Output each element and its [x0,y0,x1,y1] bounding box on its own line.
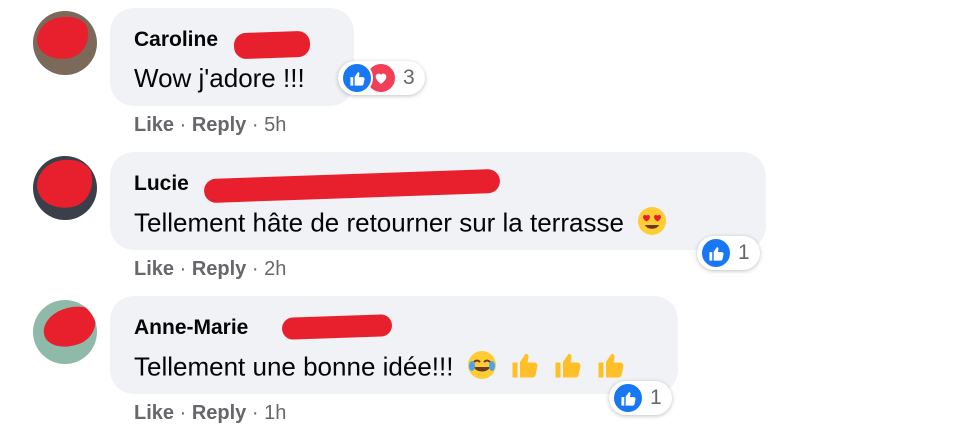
comment-text: Wow j'adore !!! [134,63,305,93]
reaction-count: 1 [650,386,662,409]
tears-of-joy-emoji [467,350,497,387]
comment-text-content: Tellement une bonne idée!!! [134,351,454,382]
name-redaction [203,168,501,204]
comment-text: Tellement une bonne idée!!! [134,350,626,387]
separator: · [251,402,259,424]
thumbs-up-emoji [510,350,540,387]
like-icon [341,62,373,94]
reaction-summary[interactable]: 1 [609,381,672,415]
redaction-mark [33,156,97,214]
comment-text-content: Tellement hâte de retourner sur la terra… [134,207,624,238]
comment-author[interactable]: Anne-Marie [134,316,248,340]
like-icon [700,237,732,269]
comment-author[interactable]: Lucie [134,172,189,196]
separator: · [179,258,187,280]
reaction-count: 1 [738,241,750,264]
name-redaction [233,30,311,60]
thumbs-up-emoji [553,350,583,387]
redaction-mark [38,300,97,355]
reply-button[interactable]: Reply [192,258,246,280]
heart-eyes-emoji [637,206,667,243]
redaction-mark [33,12,93,64]
comment-actions: Like · Reply · 2h [134,258,286,281]
reply-button[interactable]: Reply [192,114,246,136]
like-button[interactable]: Like [134,258,174,280]
name-redaction [281,314,393,340]
like-button[interactable]: Like [134,114,174,136]
separator: · [251,114,259,136]
timestamp[interactable]: 1h [264,402,286,424]
avatar[interactable] [33,156,97,220]
like-button[interactable]: Like [134,402,174,424]
separator: · [251,258,259,280]
reply-button[interactable]: Reply [192,402,246,424]
avatar[interactable] [33,11,97,75]
separator: · [179,402,187,424]
comment-author[interactable]: Caroline [134,28,218,52]
like-icon [612,382,644,414]
comment-bubble: Caroline Wow j'adore !!! [110,8,354,106]
reaction-count: 3 [403,66,415,89]
comment-bubble: Lucie Tellement hâte de retourner sur la… [110,152,766,250]
reaction-summary[interactable]: 1 [697,236,760,270]
avatar[interactable] [33,300,97,364]
reaction-summary[interactable]: 3 [338,61,425,95]
separator: · [179,114,187,136]
comment-actions: Like · Reply · 1h [134,402,286,425]
comment-bubble: Anne-Marie Tellement une bonne idée!!! [110,296,678,394]
timestamp[interactable]: 5h [264,114,286,136]
comment-text: Tellement hâte de retourner sur la terra… [134,206,667,243]
comment-actions: Like · Reply · 5h [134,114,286,137]
timestamp[interactable]: 2h [264,258,286,280]
